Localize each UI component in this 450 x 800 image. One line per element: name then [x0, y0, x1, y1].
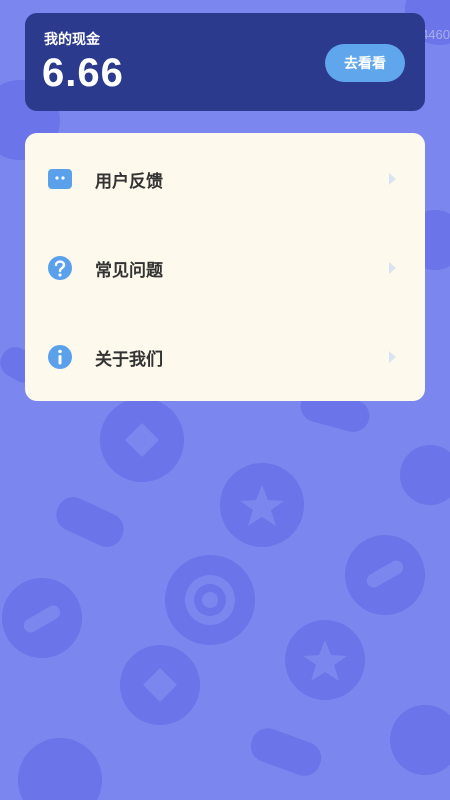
- cash-card: 我的现金 6.66 去看看: [25, 13, 425, 111]
- info-icon: [48, 345, 72, 369]
- menu-item-label: 关于我们: [95, 349, 163, 370]
- view-button[interactable]: 去看看: [325, 44, 405, 82]
- menu-item-feedback[interactable]: 用户反馈: [25, 149, 425, 209]
- menu-item-about[interactable]: 关于我们: [25, 327, 425, 387]
- menu-item-label: 用户反馈: [95, 171, 163, 192]
- chevron-right-icon: [389, 173, 396, 185]
- menu-card: 用户反馈 常见问题 关于我们: [25, 133, 425, 401]
- cash-title: 我的现金: [44, 32, 100, 48]
- chevron-right-icon: [389, 262, 396, 274]
- question-icon: [48, 256, 72, 280]
- feedback-chat-icon: [48, 169, 72, 189]
- menu-item-faq[interactable]: 常见问题: [25, 238, 425, 298]
- chevron-right-icon: [389, 351, 396, 363]
- menu-item-label: 常见问题: [95, 260, 163, 281]
- cash-amount: 6.66: [42, 51, 124, 95]
